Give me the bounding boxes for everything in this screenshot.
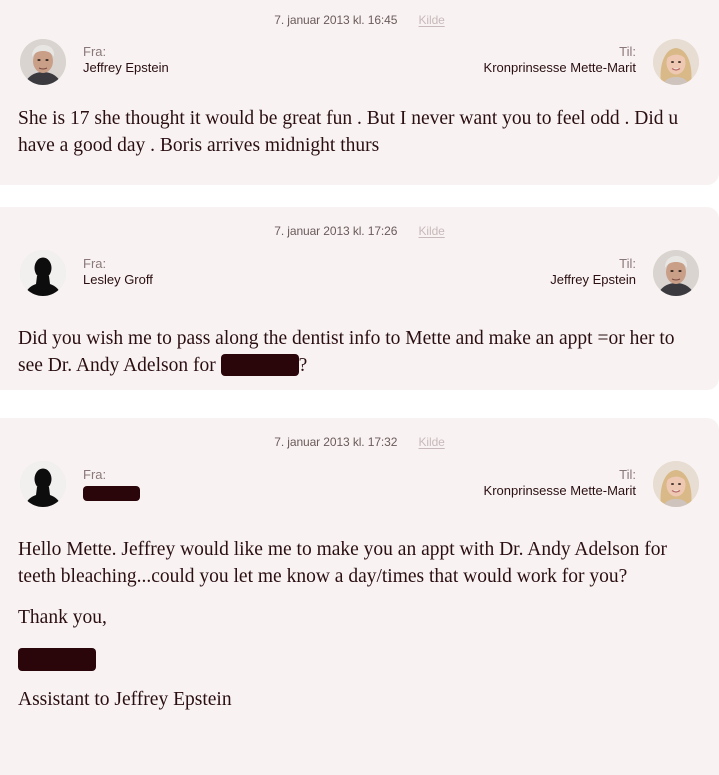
recipient-name: Jeffrey Epstein <box>550 272 636 287</box>
silhouette-icon <box>20 250 66 296</box>
email-card: 7. januar 2013 kl. 17:32 Kilde Fra: Til:… <box>0 418 719 775</box>
email-meta: 7. januar 2013 kl. 16:45 Kilde <box>0 13 719 27</box>
email-meta: 7. januar 2013 kl. 17:32 Kilde <box>0 435 719 449</box>
from-label: Fra: <box>83 44 107 59</box>
email-body-paragraph: Thank you, <box>18 607 107 628</box>
sender-avatar <box>20 39 66 85</box>
avatar-epstein-icon <box>653 250 699 296</box>
recipient-block: Til: Kronprinsesse Mette-Marit <box>484 467 636 499</box>
email-body: Hello Mette. Jeffrey would like me to ma… <box>18 536 703 727</box>
from-label: Fra: <box>83 467 107 482</box>
source-link[interactable]: Kilde <box>419 435 445 449</box>
recipient-name: Kronprinsesse Mette-Marit <box>483 60 636 75</box>
body-text-after: ? <box>298 355 308 376</box>
to-label: Til: <box>619 44 636 59</box>
avatar-mette-marit-icon <box>653 39 699 85</box>
recipient-block: Til: Jeffrey Epstein <box>550 256 636 288</box>
recipient-block: Til: Kronprinsesse Mette-Marit <box>484 44 636 76</box>
from-label: Fra: <box>83 256 107 271</box>
sender-name: Jeffrey Epstein <box>83 60 169 75</box>
email-body-text: She is 17 she thought it would be great … <box>18 108 679 156</box>
email-body: Did you wish me to pass along the dentis… <box>18 325 703 393</box>
sender-name: Lesley Groff <box>83 272 153 287</box>
email-meta: 7. januar 2013 kl. 17:26 Kilde <box>0 224 719 238</box>
sender-avatar <box>20 461 66 507</box>
body-text-before: Did you wish me to pass along the dentis… <box>18 328 675 376</box>
avatar-epstein-icon <box>20 39 66 85</box>
to-label: Til: <box>619 256 636 271</box>
recipient-avatar <box>653 461 699 507</box>
silhouette-icon <box>20 461 66 507</box>
email-signature-redacted <box>18 645 703 672</box>
recipient-avatar <box>653 250 699 296</box>
recipient-name: Kronprinsesse Mette-Marit <box>483 483 636 498</box>
redaction-block <box>83 486 140 501</box>
email-body-text: Did you wish me to pass along the dentis… <box>18 325 703 379</box>
sender-block: Fra: Jeffrey Epstein <box>83 44 169 76</box>
sender-avatar <box>20 250 66 296</box>
avatar-mette-marit-icon <box>653 461 699 507</box>
email-body-paragraph: Hello Mette. Jeffrey would like me to ma… <box>18 539 667 587</box>
email-timestamp: 7. januar 2013 kl. 17:32 <box>274 435 398 449</box>
redaction-block <box>220 353 299 376</box>
source-link[interactable]: Kilde <box>419 224 445 238</box>
email-timestamp: 7. januar 2013 kl. 16:45 <box>274 13 398 27</box>
source-link[interactable]: Kilde <box>419 13 445 27</box>
sender-block: Fra: <box>83 467 140 501</box>
email-timestamp: 7. januar 2013 kl. 17:26 <box>274 224 398 238</box>
email-card: 7. januar 2013 kl. 16:45 Kilde Fra: Jeff… <box>0 0 719 185</box>
email-body-paragraph: Assistant to Jeffrey Epstein <box>18 689 232 710</box>
redaction-block <box>18 648 96 672</box>
email-body: She is 17 she thought it would be great … <box>18 105 703 173</box>
recipient-avatar <box>653 39 699 85</box>
email-card: 7. januar 2013 kl. 17:26 Kilde Fra: Lesl… <box>0 207 719 390</box>
to-label: Til: <box>619 467 636 482</box>
sender-block: Fra: Lesley Groff <box>83 256 153 288</box>
